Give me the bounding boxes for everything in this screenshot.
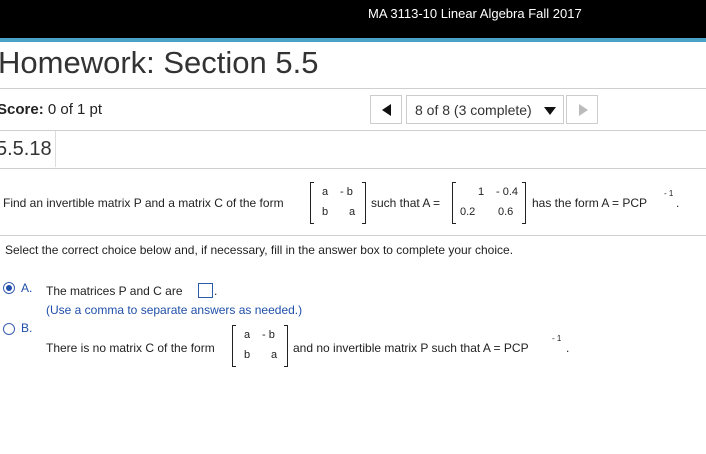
accent-line bbox=[0, 38, 706, 42]
divider bbox=[0, 130, 706, 131]
choice-b-text-after: and no invertible matrix P such that A =… bbox=[293, 341, 529, 355]
divider bbox=[0, 88, 706, 89]
choice-a-period: . bbox=[214, 284, 218, 298]
score: Score: 0 of 1 pt bbox=[0, 101, 102, 118]
prompt-text-middle: such that A = bbox=[371, 196, 441, 210]
choice-b-text-before: There is no matrix C of the form bbox=[46, 341, 215, 355]
a-matrix-r1c2: - 0.4 bbox=[496, 186, 519, 198]
choice-a-letter: A. bbox=[21, 281, 33, 295]
form-matrix: a - b b a bbox=[310, 182, 366, 224]
prompt-period: . bbox=[676, 196, 680, 210]
choice-a-note: (Use a comma to separate answers as need… bbox=[46, 303, 303, 317]
prompt-exponent: - 1 bbox=[664, 189, 674, 198]
question-number: 5.5.18 bbox=[0, 138, 52, 160]
choice-a-text: The matrices P and C are bbox=[46, 284, 183, 298]
divider bbox=[0, 168, 706, 169]
question-navigation: 8 of 8 (3 complete) bbox=[370, 95, 598, 124]
top-bar: MA 3113-10 Linear Algebra Fall 2017 bbox=[0, 0, 706, 38]
a-matrix-r2c2: 0.6 bbox=[498, 206, 514, 218]
next-question-button bbox=[566, 95, 598, 124]
course-title: MA 3113-10 Linear Algebra Fall 2017 bbox=[368, 6, 582, 21]
a-matrix-r2c1: 0.2 bbox=[460, 206, 476, 218]
choice-b-matrix-r1c1: a bbox=[244, 329, 251, 341]
choice-a-radio[interactable] bbox=[3, 282, 15, 294]
score-value: 0 of 1 pt bbox=[47, 101, 103, 118]
homework-title: Homework: Section 5.5 bbox=[0, 45, 319, 80]
question-progress: 8 of 8 (3 complete) bbox=[415, 102, 532, 118]
previous-question-button[interactable] bbox=[370, 95, 402, 124]
choice-b-radio[interactable] bbox=[3, 323, 15, 335]
choice-b-matrix-r2c2: a bbox=[271, 349, 278, 361]
score-label: Score: bbox=[0, 101, 44, 118]
a-matrix: 1 - 0.4 0.2 0.6 bbox=[452, 182, 526, 224]
choice-b-form-matrix: a - b b a bbox=[232, 325, 288, 367]
prompt-text-before: Find an invertible matrix P and a matrix… bbox=[3, 196, 284, 210]
form-matrix-r2c2: a bbox=[349, 206, 356, 218]
choice-b-period: . bbox=[566, 341, 570, 355]
form-matrix-r1c2: - b bbox=[340, 186, 353, 198]
chevron-down-icon bbox=[544, 107, 556, 115]
form-matrix-r2c1: b bbox=[322, 206, 329, 218]
divider bbox=[0, 235, 706, 236]
choice-b-matrix-r1c2: - b bbox=[262, 329, 275, 341]
choice-b-letter: B. bbox=[21, 321, 33, 335]
choice-b-exponent: - 1 bbox=[552, 334, 562, 343]
form-matrix-r1c1: a bbox=[322, 186, 329, 198]
question-selector[interactable]: 8 of 8 (3 complete) bbox=[406, 95, 564, 124]
a-matrix-r1c1: 1 bbox=[478, 186, 485, 198]
answer-input-box[interactable] bbox=[198, 283, 213, 298]
choice-b-matrix-r2c1: b bbox=[244, 349, 251, 361]
prompt-text-after: has the form A = PCP bbox=[532, 196, 648, 210]
instruction-text: Select the correct choice below and, if … bbox=[5, 243, 514, 257]
